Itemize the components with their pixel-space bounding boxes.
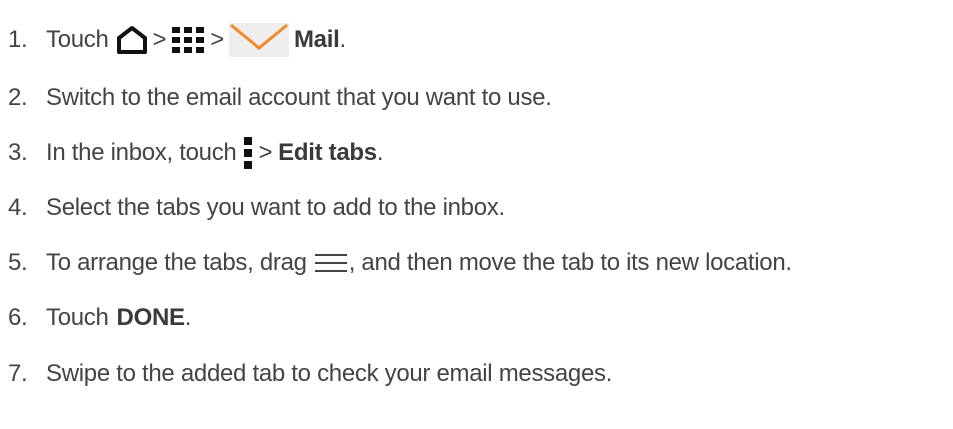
step-text: .: [376, 139, 384, 166]
step-text: Touch: [46, 26, 109, 53]
drag-handle-icon: [314, 252, 348, 274]
step-text: Select the tabs you want to add to the i…: [46, 194, 505, 221]
step-text: .: [339, 26, 346, 53]
overflow-menu-icon: [242, 136, 254, 170]
step-text: Swipe to the added tab to check your ema…: [46, 360, 613, 387]
step-number: 3.: [8, 139, 28, 166]
separator: >: [258, 139, 273, 166]
step-6: 6. Touch DONE .: [8, 298, 191, 338]
step-text: Touch: [46, 304, 109, 331]
home-icon: [115, 25, 149, 55]
step-1: 1. Touch > > Mail .: [8, 20, 346, 60]
separator: >: [152, 26, 167, 53]
step-text: .: [184, 304, 192, 331]
step-3: 3. In the inbox, touch > Edit tabs .: [8, 133, 384, 173]
edit-tabs-label: Edit tabs: [278, 139, 377, 166]
instruction-list: 1. Touch > > Mail . 2. Switch to the ema…: [0, 0, 953, 429]
step-text: In the inbox, touch: [46, 139, 237, 166]
mail-label: Mail: [293, 26, 340, 53]
apps-grid-icon: [170, 25, 206, 55]
step-7: 7. Swipe to the added tab to check your …: [8, 354, 612, 394]
separator: >: [210, 26, 224, 53]
step-text: , and then move the tab to its new locat…: [348, 249, 792, 276]
step-number: 1.: [8, 26, 28, 53]
step-text: To arrange the tabs, drag: [46, 249, 307, 276]
step-number: 6.: [8, 304, 28, 331]
step-4: 4. Select the tabs you want to add to th…: [8, 188, 505, 228]
step-2: 2. Switch to the email account that you …: [8, 78, 552, 118]
step-5: 5. To arrange the tabs, drag , and then …: [8, 243, 792, 283]
step-number: 4.: [8, 194, 28, 221]
step-text: Switch to the email account that you wan…: [46, 84, 552, 111]
done-label: DONE: [116, 304, 185, 331]
step-number: 5.: [8, 249, 28, 276]
step-number: 7.: [8, 360, 28, 387]
step-number: 2.: [8, 84, 28, 111]
mail-envelope-icon: [228, 22, 290, 58]
